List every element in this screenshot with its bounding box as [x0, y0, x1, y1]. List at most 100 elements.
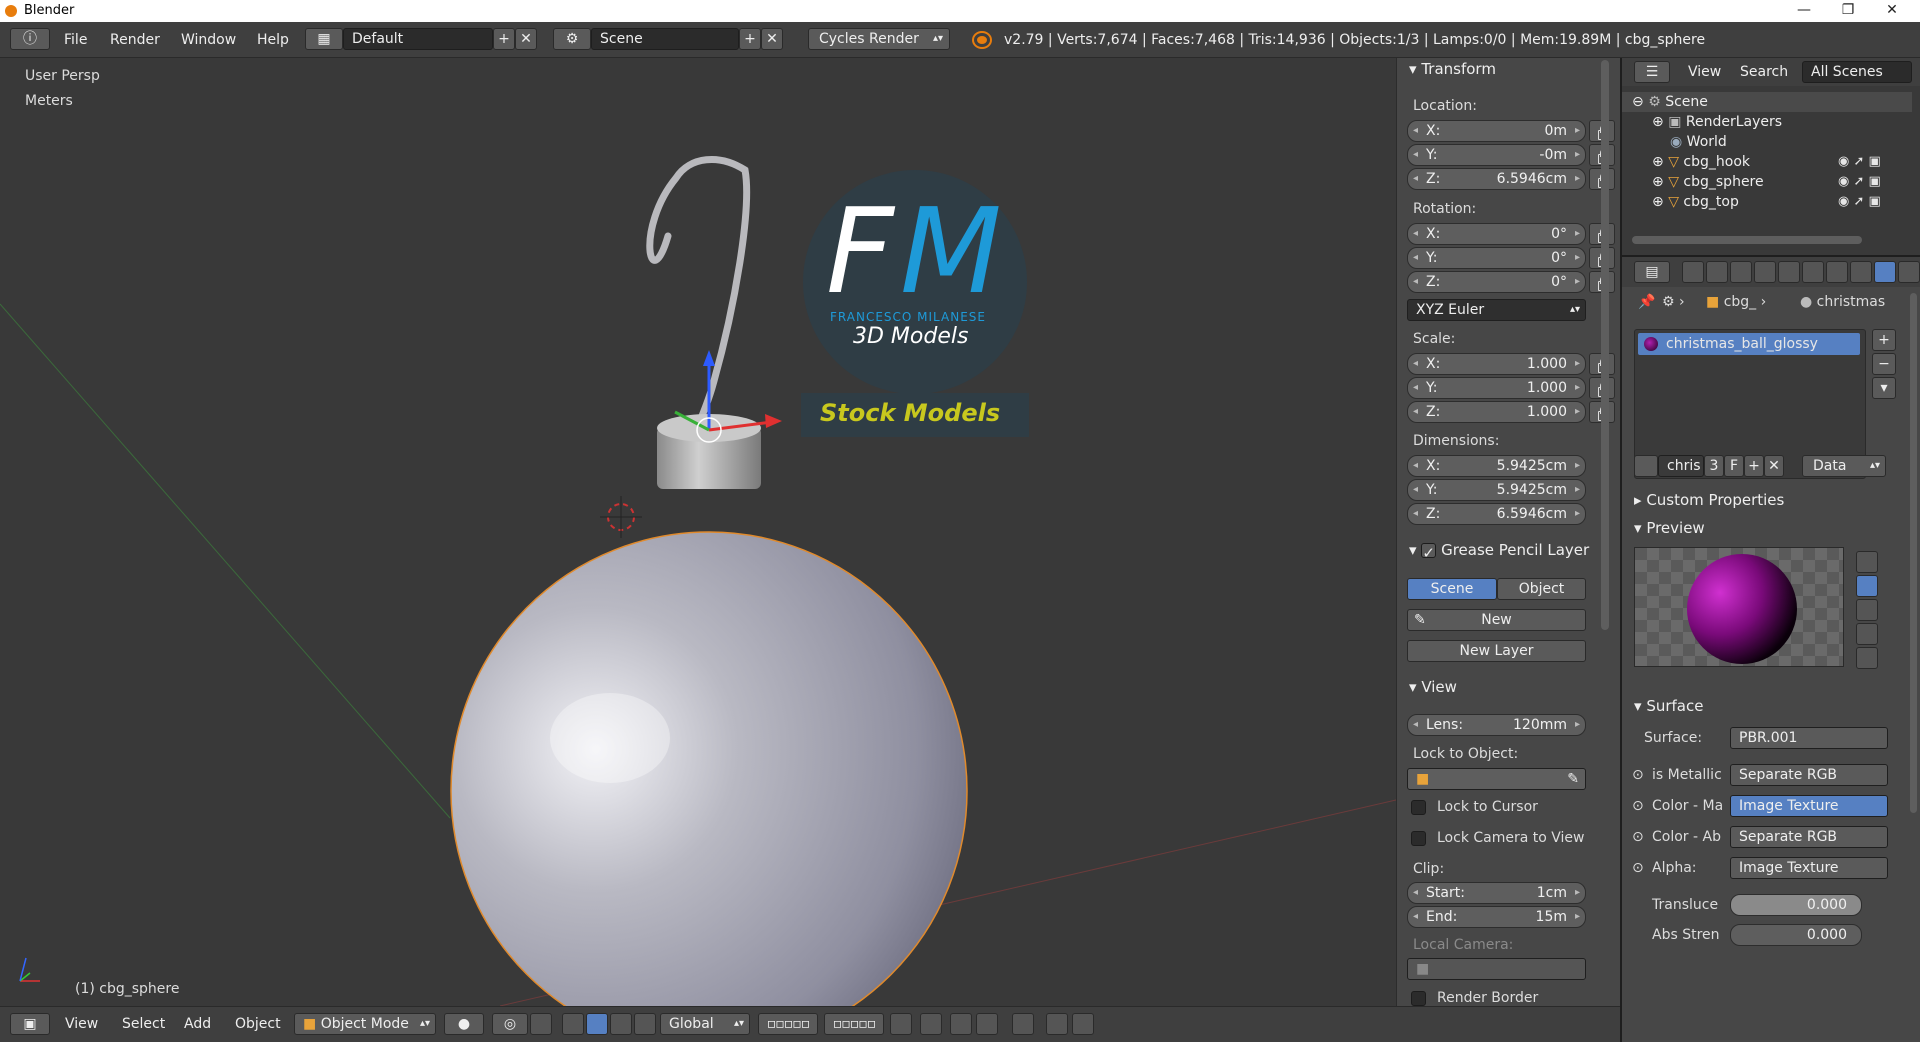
outliner-item-cbg-hook[interactable]: ⊕ ▽ cbg_hook: [1652, 152, 1750, 172]
outliner-filter-dropdown[interactable]: All Scenes: [1802, 61, 1912, 83]
properties-editor-type-icon[interactable]: ▤: [1634, 261, 1670, 283]
unlink-material-button[interactable]: ✕: [1764, 455, 1784, 477]
snap-target-icon[interactable]: [1012, 1013, 1034, 1035]
render-animation-icon[interactable]: [1072, 1013, 1094, 1035]
scene-field[interactable]: Scene: [591, 28, 739, 50]
scale-y-field[interactable]: ◂ Y: 1.000 ▸: [1407, 377, 1586, 399]
menu-object[interactable]: Object: [235, 1016, 281, 1032]
link-mode-dropdown[interactable]: Data ▴▾: [1802, 455, 1886, 477]
texture-context-icon[interactable]: [1898, 261, 1920, 283]
scene-icon[interactable]: ⚙: [553, 28, 591, 50]
menu-file[interactable]: File: [64, 32, 87, 48]
data-context-icon[interactable]: [1850, 261, 1872, 283]
outliner-editor-type-icon[interactable]: ☰: [1634, 61, 1670, 83]
input-field-alpha[interactable]: Image Texture: [1730, 857, 1888, 879]
grease-pencil-new-button[interactable]: ✎ New: [1407, 609, 1586, 631]
material-context-icon[interactable]: [1874, 261, 1896, 283]
visibility-eye-icon[interactable]: ◉ ➚ ▣: [1838, 174, 1881, 189]
rotate-manipulator-icon[interactable]: [610, 1013, 632, 1035]
user-count-button[interactable]: 3: [1704, 455, 1724, 477]
dimensions-x-field[interactable]: ◂ X: 5.9425cm ▸: [1407, 455, 1586, 477]
constraints-context-icon[interactable]: [1802, 261, 1824, 283]
menu-add[interactable]: Add: [184, 1016, 211, 1032]
3d-viewport[interactable]: User Persp Meters F M FRANCESCO MILANESE…: [0, 58, 1396, 1006]
lock-object-field[interactable]: ■ ✎: [1407, 768, 1586, 790]
new-layer-button[interactable]: New Layer: [1407, 640, 1586, 662]
add-scene-icon[interactable]: +: [739, 28, 761, 50]
scale-z-field[interactable]: ◂ Z: 1.000 ▸: [1407, 401, 1586, 423]
world-context-icon[interactable]: [1754, 261, 1776, 283]
preview-monkey-icon[interactable]: [1856, 623, 1878, 645]
rotation-x-field[interactable]: ◂ X: 0° ▸: [1407, 223, 1586, 245]
dimensions-z-field[interactable]: ◂ Z: 6.5946cm ▸: [1407, 503, 1586, 525]
pin-icon[interactable]: 📌: [1638, 294, 1655, 310]
grease-pencil-scene-tab[interactable]: Scene: [1407, 578, 1497, 600]
outliner-item-world[interactable]: ◉ World: [1670, 132, 1727, 152]
minimize-button[interactable]: —: [1782, 0, 1826, 22]
translucency-field[interactable]: 0.000: [1730, 894, 1862, 916]
pivot-point-dropdown[interactable]: ◎: [492, 1013, 528, 1035]
screen-layout-icon[interactable]: ▦: [305, 28, 343, 50]
proportional-edit-icon[interactable]: [920, 1013, 942, 1035]
rotation-z-field[interactable]: ◂ Z: 0° ▸: [1407, 271, 1586, 293]
abs-strength-field[interactable]: 0.000: [1730, 924, 1862, 946]
render-opengl-icon[interactable]: [1046, 1013, 1068, 1035]
input-field-color-ab[interactable]: Separate RGB: [1730, 826, 1888, 848]
close-button[interactable]: ✕: [1870, 0, 1914, 22]
object-context-icon[interactable]: [1778, 261, 1800, 283]
view-panel-header[interactable]: ▾ View: [1409, 678, 1457, 696]
lens-field[interactable]: ◂ Lens: 120mm ▸: [1407, 714, 1586, 736]
properties-scrollbar[interactable]: [1910, 293, 1917, 813]
material-browse-icon[interactable]: [1634, 455, 1658, 477]
menu-view[interactable]: View: [65, 1016, 98, 1032]
editor-type-info-icon[interactable]: ⓘ: [10, 28, 50, 50]
input-field-metallic[interactable]: Separate RGB: [1730, 764, 1888, 786]
add-screen-icon[interactable]: +: [493, 28, 515, 50]
screen-layout-field[interactable]: Default: [343, 28, 493, 50]
remove-material-slot-button[interactable]: −: [1872, 353, 1896, 375]
maximize-button[interactable]: ❐: [1826, 0, 1870, 22]
material-slot-row[interactable]: christmas_ball_glossy: [1638, 333, 1860, 355]
move-manipulator-icon[interactable]: [586, 1013, 608, 1035]
snap-element-icon[interactable]: [976, 1013, 998, 1035]
render-border-checkbox[interactable]: [1411, 991, 1426, 1006]
preview-hair-icon[interactable]: [1856, 647, 1878, 669]
material-specials-button[interactable]: ▾: [1872, 377, 1896, 399]
transform-panel-header[interactable]: ▾ Transform: [1409, 60, 1496, 78]
rotation-mode-dropdown[interactable]: XYZ Euler ▴▾: [1407, 299, 1586, 321]
delete-scene-icon[interactable]: ✕: [761, 28, 783, 50]
outliner-scrollbar[interactable]: [1632, 236, 1862, 244]
preview-cube-icon[interactable]: [1856, 599, 1878, 621]
clip-start-field[interactable]: ◂ Start: 1cm ▸: [1407, 882, 1586, 904]
outliner-item-cbg-sphere[interactable]: ⊕ ▽ cbg_sphere: [1652, 172, 1764, 192]
lock-to-cursor-checkbox[interactable]: [1411, 800, 1426, 815]
new-material-button[interactable]: +: [1744, 455, 1764, 477]
translate-manipulator-icon[interactable]: [562, 1013, 584, 1035]
surface-shader-field[interactable]: PBR.001: [1730, 727, 1888, 749]
location-y-field[interactable]: ◂ Y: -0m ▸: [1407, 144, 1586, 166]
viewport-shading-dropdown[interactable]: ●: [444, 1013, 484, 1035]
render-context-icon[interactable]: [1682, 261, 1704, 283]
render-layers-context-icon[interactable]: [1706, 261, 1728, 283]
menu-window[interactable]: Window: [181, 32, 236, 48]
delete-screen-icon[interactable]: ✕: [515, 28, 537, 50]
snap-toggle-icon[interactable]: [950, 1013, 972, 1035]
local-camera-field[interactable]: ■: [1407, 958, 1586, 980]
scale-x-field[interactable]: ◂ X: 1.000 ▸: [1407, 353, 1586, 375]
location-x-field[interactable]: ◂ X: 0m ▸: [1407, 120, 1586, 142]
outliner-view-menu[interactable]: View: [1688, 64, 1721, 80]
visibility-eye-icon[interactable]: ◉ ➚ ▣: [1838, 154, 1881, 169]
clip-end-field[interactable]: ◂ End: 15m ▸: [1407, 906, 1586, 928]
scale-manipulator-icon[interactable]: [634, 1013, 656, 1035]
surface-header[interactable]: ▾ Surface: [1634, 697, 1703, 715]
location-z-field[interactable]: ◂ Z: 6.5946cm ▸: [1407, 168, 1586, 190]
lock-camera-checkbox[interactable]: [1411, 831, 1426, 846]
preview-header[interactable]: ▾ Preview: [1634, 519, 1705, 537]
menu-help[interactable]: Help: [257, 32, 289, 48]
preview-sphere-icon[interactable]: [1856, 575, 1878, 597]
grease-pencil-panel-header[interactable]: ▾ ✓ Grease Pencil Layer: [1409, 541, 1589, 562]
visibility-eye-icon[interactable]: ◉ ➚ ▣: [1838, 194, 1881, 209]
grease-pencil-checkbox[interactable]: ✓: [1421, 543, 1437, 562]
layers-grid-1[interactable]: ▫▫▫▫▫: [758, 1013, 818, 1035]
manipulator-toggle-icon[interactable]: [530, 1013, 552, 1035]
